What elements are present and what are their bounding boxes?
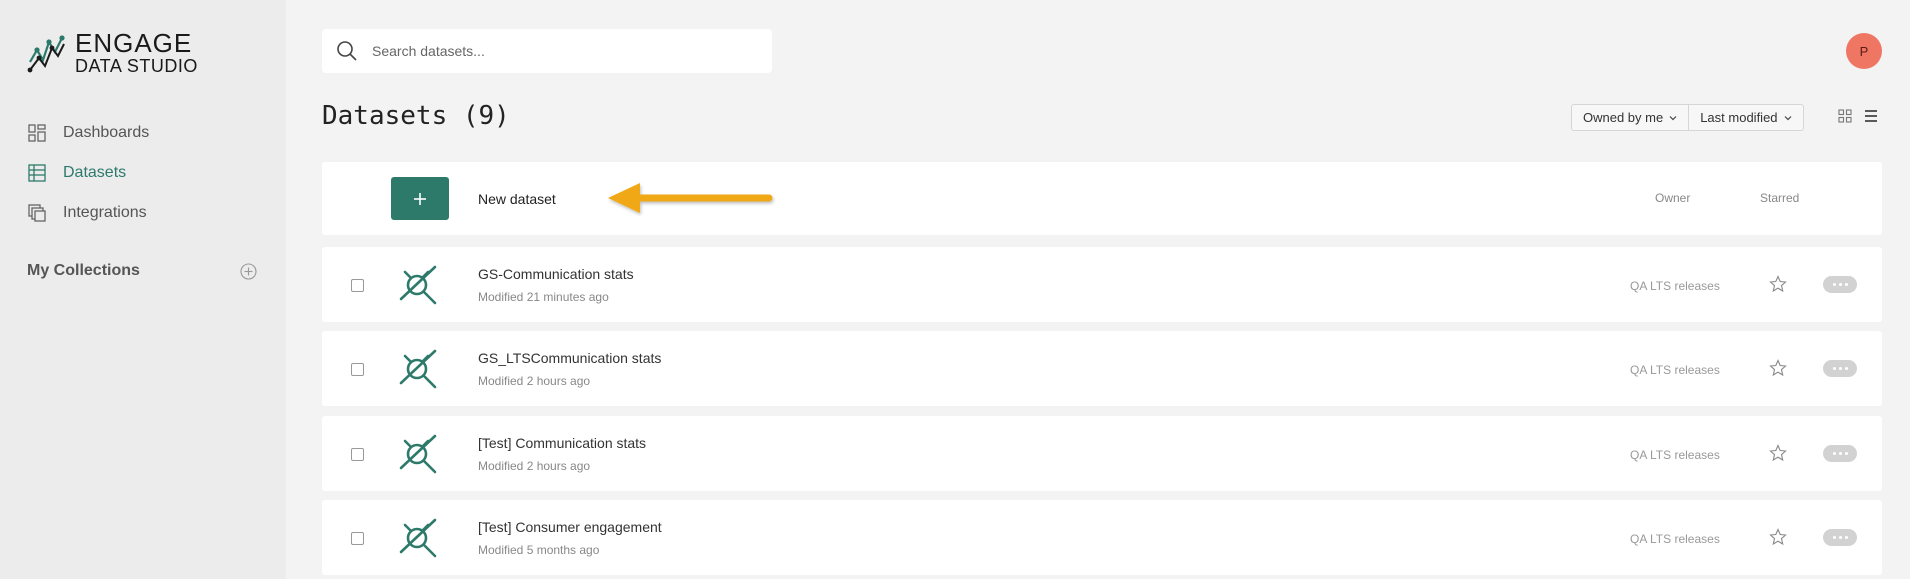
chevron-down-icon bbox=[1784, 115, 1791, 120]
sidebar-item-label: Datasets bbox=[63, 164, 127, 181]
more-options-button[interactable] bbox=[1823, 276, 1857, 293]
dataset-name[interactable]: [Test] Consumer engagement bbox=[478, 519, 662, 535]
owner-filter-label: Owned by me bbox=[1583, 110, 1664, 125]
table-row[interactable]: GS-Communication stats Modified 21 minut… bbox=[322, 247, 1882, 322]
sidebar-item-label: Integrations bbox=[63, 204, 147, 221]
grid-view-icon[interactable] bbox=[1838, 109, 1852, 123]
sidebar-item-integrations[interactable]: Integrations bbox=[27, 193, 149, 233]
search-bar bbox=[322, 29, 772, 73]
row-checkbox[interactable] bbox=[351, 363, 364, 376]
new-dataset-label[interactable]: New dataset bbox=[478, 191, 556, 207]
sidebar-item-dashboards[interactable]: Dashboards bbox=[27, 113, 149, 153]
avatar[interactable]: P bbox=[1846, 33, 1882, 69]
more-options-button[interactable] bbox=[1823, 529, 1857, 546]
list-view-icon[interactable] bbox=[1864, 109, 1878, 123]
plus-icon bbox=[414, 192, 426, 205]
sidebar-item-label: Dashboards bbox=[63, 124, 150, 141]
dataset-modified: Modified 2 hours ago bbox=[478, 374, 591, 388]
star-icon[interactable] bbox=[1769, 275, 1787, 293]
table-icon bbox=[27, 163, 47, 183]
table-row[interactable]: [Test] Communication stats Modified 2 ho… bbox=[322, 416, 1882, 491]
disconnected-plug-icon bbox=[399, 434, 437, 474]
more-options-button[interactable] bbox=[1823, 360, 1857, 377]
owner-column-header: Owner bbox=[1655, 191, 1691, 205]
dashboard-icon bbox=[27, 123, 47, 143]
sidebar-nav: Dashboards Datasets Integrations bbox=[27, 113, 149, 233]
new-dataset-button[interactable] bbox=[391, 177, 449, 220]
collections-label: My Collections bbox=[27, 262, 140, 279]
chevron-down-icon bbox=[1669, 115, 1677, 120]
integrations-icon bbox=[27, 203, 47, 223]
new-dataset-row: New dataset Owner Starred bbox=[322, 162, 1882, 235]
disconnected-plug-icon bbox=[399, 349, 437, 389]
sort-dropdown[interactable]: Last modified bbox=[1688, 105, 1802, 130]
table-row[interactable]: GS_LTSCommunication stats Modified 2 hou… bbox=[322, 331, 1882, 406]
dataset-name[interactable]: [Test] Communication stats bbox=[478, 435, 646, 451]
brand-name: ENGAGE bbox=[75, 28, 193, 58]
more-options-button[interactable] bbox=[1823, 445, 1857, 462]
my-collections-header: My Collections bbox=[27, 262, 257, 280]
owner-filter-dropdown[interactable]: Owned by me bbox=[1572, 105, 1688, 130]
filter-group: Owned by me Last modified bbox=[1571, 104, 1804, 131]
disconnected-plug-icon bbox=[399, 265, 437, 305]
dataset-name[interactable]: GS-Communication stats bbox=[478, 266, 634, 282]
search-icon bbox=[337, 41, 357, 61]
starred-column-header: Starred bbox=[1760, 191, 1800, 205]
dataset-name[interactable]: GS_LTSCommunication stats bbox=[478, 350, 661, 366]
dataset-owner: QA LTS releases bbox=[1630, 448, 1720, 462]
star-icon[interactable] bbox=[1769, 444, 1787, 462]
star-icon[interactable] bbox=[1769, 359, 1787, 377]
row-checkbox[interactable] bbox=[351, 532, 364, 545]
sidebar-item-datasets[interactable]: Datasets bbox=[27, 153, 149, 193]
page-title: Datasets (9) bbox=[322, 101, 510, 131]
dataset-modified: Modified 5 months ago bbox=[478, 543, 600, 557]
row-checkbox[interactable] bbox=[351, 279, 364, 292]
logo-mark-icon bbox=[27, 34, 65, 72]
view-toggles bbox=[1838, 109, 1878, 123]
dataset-modified: Modified 2 hours ago bbox=[478, 459, 591, 473]
dataset-owner: QA LTS releases bbox=[1630, 532, 1720, 546]
sort-label: Last modified bbox=[1700, 110, 1778, 125]
add-collection-icon[interactable] bbox=[240, 262, 257, 280]
dataset-modified: Modified 21 minutes ago bbox=[478, 290, 609, 304]
dataset-owner: QA LTS releases bbox=[1630, 363, 1720, 377]
star-icon[interactable] bbox=[1769, 528, 1787, 546]
disconnected-plug-icon bbox=[399, 518, 437, 558]
brand-logo[interactable]: ENGAGE DATA STUDIO bbox=[27, 30, 198, 75]
sidebar: ENGAGE DATA STUDIO Dashboards Datasets I… bbox=[0, 0, 286, 579]
table-row[interactable]: [Test] Consumer engagement Modified 5 mo… bbox=[322, 500, 1882, 575]
dataset-owner: QA LTS releases bbox=[1630, 279, 1720, 293]
row-checkbox[interactable] bbox=[351, 448, 364, 461]
search-input[interactable] bbox=[372, 43, 752, 59]
arrow-annotation-icon bbox=[608, 183, 773, 213]
brand-subtitle: DATA STUDIO bbox=[75, 56, 198, 76]
